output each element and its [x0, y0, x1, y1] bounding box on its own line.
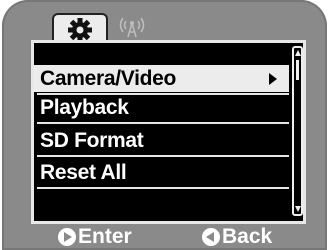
scrollbar[interactable] [292, 46, 303, 216]
menu-divider [37, 155, 289, 157]
gear-icon [68, 17, 92, 42]
menu-item-label: Playback [40, 96, 129, 119]
footer-hints: Enter Back [2, 224, 327, 250]
scroll-thumb[interactable] [296, 60, 299, 80]
camera-display: Camera/Video Playback SD Format Reset Al… [2, 0, 327, 250]
enter-hint[interactable]: Enter [58, 224, 132, 250]
menu-item-sd-format[interactable]: SD Format [34, 127, 289, 154]
tab-wireless[interactable] [108, 13, 156, 40]
menu-divider [37, 122, 289, 124]
back-hint[interactable]: Back [202, 224, 272, 250]
menu-item-playback[interactable]: Playback [34, 94, 289, 121]
play-circle-icon [58, 228, 76, 246]
submenu-arrow-icon [269, 73, 277, 85]
wireless-icon [119, 17, 145, 37]
back-label: Back [222, 225, 273, 248]
enter-label: Enter [78, 225, 132, 248]
menu-item-camera-video[interactable]: Camera/Video [34, 65, 289, 92]
scroll-down-icon [295, 206, 301, 212]
menu-screen: Camera/Video Playback SD Format Reset Al… [31, 40, 306, 224]
menu-item-reset-all[interactable]: Reset All [34, 159, 289, 186]
back-circle-icon [202, 228, 220, 246]
menu-item-label: Reset All [40, 161, 127, 184]
menu-divider [37, 187, 289, 189]
scroll-up-icon [295, 50, 301, 56]
menu-item-label: Camera/Video [40, 67, 177, 90]
menu-item-label: SD Format [40, 129, 144, 152]
